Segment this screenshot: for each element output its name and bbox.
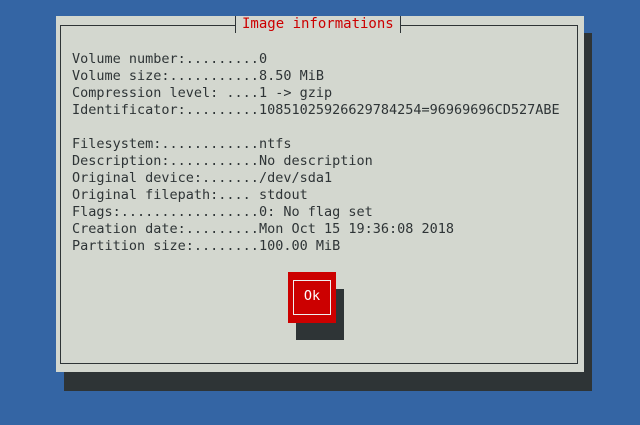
ok-button[interactable]: Ok bbox=[288, 272, 336, 323]
info-value: 0 bbox=[258, 51, 268, 67]
info-row-volume-number: Volume number:.........0 bbox=[72, 51, 560, 68]
info-value: stdout bbox=[258, 187, 308, 203]
info-row-identificator: Identificator:.........10851025926629784… bbox=[72, 102, 560, 119]
info-value: 1 -> gzip bbox=[258, 85, 333, 101]
info-label: Original filepath:.... bbox=[72, 187, 259, 203]
info-row-filesystem: Filesystem:............ntfs bbox=[72, 136, 560, 153]
info-label: Compression level: .... bbox=[72, 85, 259, 101]
info-value: 0: No flag set bbox=[258, 204, 373, 220]
info-row-flags: Flags:.................0: No flag set bbox=[72, 204, 560, 221]
info-value: Mon Oct 15 19:36:08 2018 bbox=[258, 221, 455, 237]
info-row-creation-date: Creation date:.........Mon Oct 15 19:36:… bbox=[72, 221, 560, 238]
info-label: Flags:................. bbox=[72, 204, 259, 220]
info-row-compression-level: Compression level: ....1 -> gzip bbox=[72, 85, 560, 102]
info-label: Filesystem:............ bbox=[72, 136, 259, 152]
info-spacer bbox=[72, 119, 560, 136]
info-label: Volume number:......... bbox=[72, 51, 259, 67]
info-value: 8.50 MiB bbox=[258, 68, 324, 84]
info-row-description: Description:...........No description bbox=[72, 153, 560, 170]
info-label: Creation date:......... bbox=[72, 221, 259, 237]
info-row-partition-size: Partition size:........100.00 MiB bbox=[72, 238, 560, 255]
info-value: /dev/sda1 bbox=[258, 170, 333, 186]
info-row-original-device: Original device:......./dev/sda1 bbox=[72, 170, 560, 187]
info-value: ntfs bbox=[258, 136, 292, 152]
info-label: Partition size:........ bbox=[72, 238, 259, 254]
info-label: Description:........... bbox=[72, 153, 259, 169]
info-label: Volume size:........... bbox=[72, 68, 259, 84]
ok-button-label: Ok bbox=[293, 280, 331, 315]
info-row-volume-size: Volume size:...........8.50 MiB bbox=[72, 68, 560, 85]
dialog-title: Image informations bbox=[235, 16, 401, 33]
info-row-original-filepath: Original filepath:.... stdout bbox=[72, 187, 560, 204]
image-info-dialog: Image informations Volume number:.......… bbox=[56, 16, 584, 372]
info-value: No description bbox=[258, 153, 373, 169]
terminal-screen: Image informations Volume number:.......… bbox=[0, 0, 640, 425]
info-label: Original device:....... bbox=[72, 170, 259, 186]
info-value: 10851025926629784254=96969696CD527ABE bbox=[258, 102, 560, 118]
info-value: 100.00 MiB bbox=[258, 238, 341, 254]
info-list: Volume number:.........0 Volume size:...… bbox=[72, 51, 560, 255]
info-label: Identificator:......... bbox=[72, 102, 259, 118]
